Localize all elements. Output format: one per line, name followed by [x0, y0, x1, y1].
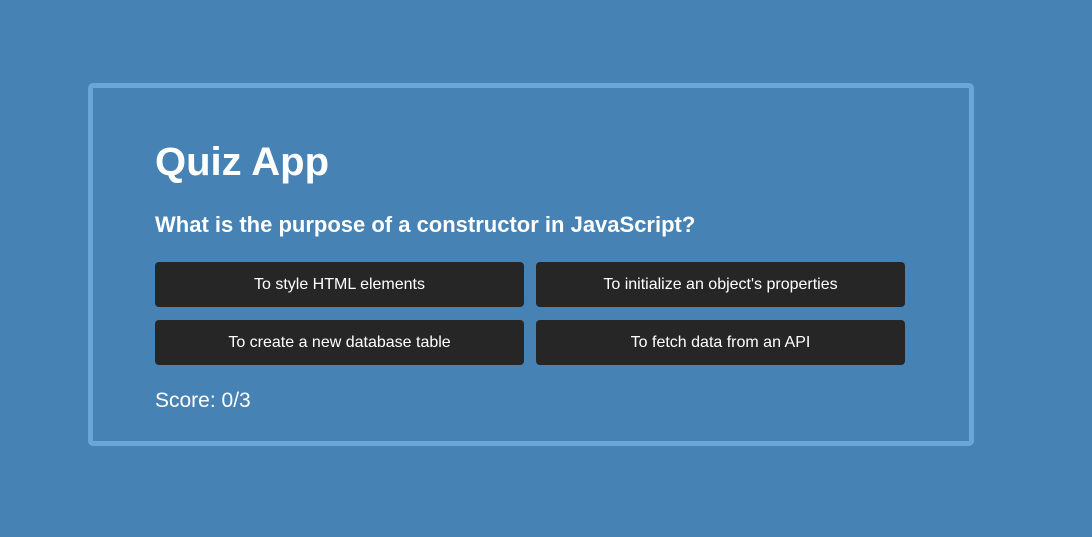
app-title: Quiz App: [155, 140, 330, 184]
answer-button-4[interactable]: To fetch data from an API: [536, 320, 905, 365]
answer-button-1[interactable]: To style HTML elements: [155, 262, 524, 307]
question-text: What is the purpose of a constructor in …: [155, 212, 696, 237]
answer-options: To style HTML elements To initialize an …: [155, 262, 905, 365]
answer-button-2[interactable]: To initialize an object's properties: [536, 262, 905, 307]
score-display: Score: 0/3: [155, 389, 251, 412]
answer-button-3[interactable]: To create a new database table: [155, 320, 524, 365]
